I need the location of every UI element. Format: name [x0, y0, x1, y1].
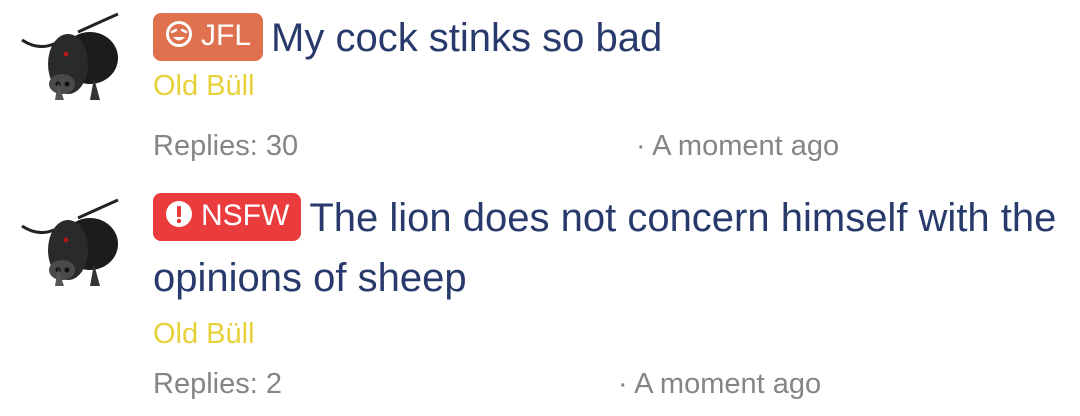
post-time: · A moment ago	[618, 368, 822, 400]
bull-avatar-icon	[21, 198, 119, 286]
tag-badge: NSFW	[153, 193, 302, 242]
thread-title[interactable]: JFL My cock stinks so bad	[153, 8, 1060, 68]
replies-count: Replies: 30	[153, 130, 299, 162]
thread-item[interactable]: JFL My cock stinks so bad Old Büll Repli…	[0, 0, 1080, 180]
tag-label: NSFW	[201, 199, 290, 232]
avatar[interactable]	[20, 12, 120, 102]
thread-title-text[interactable]: My cock stinks so bad	[271, 16, 662, 60]
thread-item[interactable]: NSFW The lion does not concern himself w…	[0, 188, 1080, 416]
bull-avatar-icon	[21, 12, 119, 100]
exclamation-icon	[165, 196, 193, 242]
laughing-face-icon	[165, 16, 193, 62]
tag-badge: JFL	[153, 13, 264, 62]
tag-label: JFL	[201, 19, 252, 52]
avatar[interactable]	[20, 198, 120, 288]
author-name[interactable]: Old Büll	[153, 68, 1060, 104]
replies-count: Replies: 2	[153, 368, 282, 400]
author-name[interactable]: Old Büll	[153, 316, 1060, 352]
thread-title[interactable]: NSFW The lion does not concern himself w…	[153, 188, 1060, 308]
post-time: · A moment ago	[636, 130, 840, 162]
